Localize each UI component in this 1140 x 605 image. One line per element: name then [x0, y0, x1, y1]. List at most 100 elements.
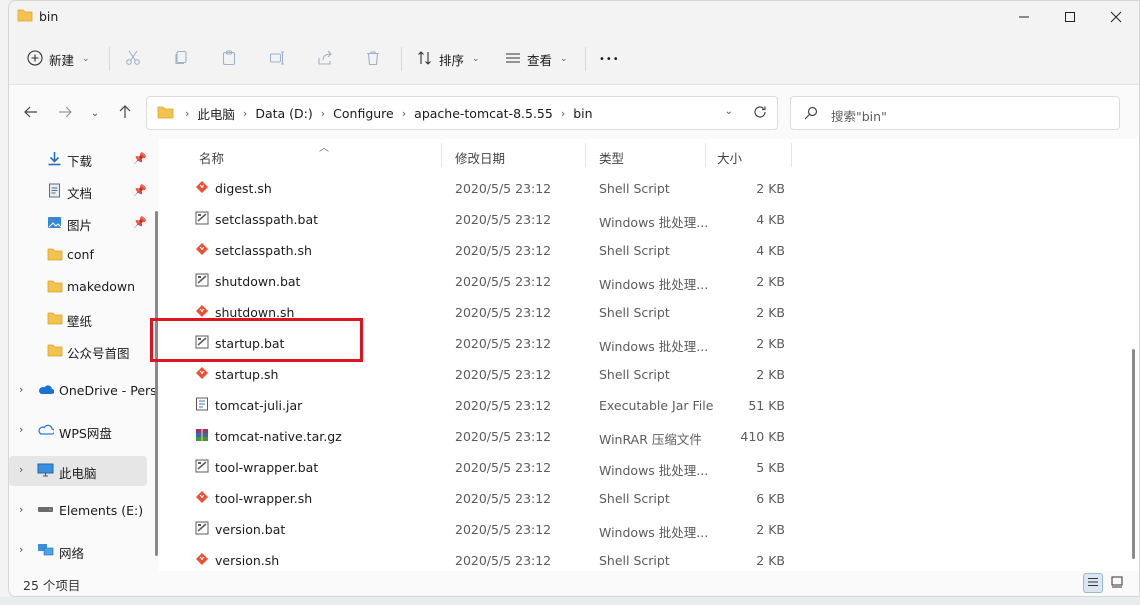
sidebar-item-onedrive[interactable]: › OneDrive - Pers	[9, 376, 157, 406]
column-header-date[interactable]: 修改日期	[455, 148, 505, 167]
column-divider[interactable]	[705, 143, 706, 167]
file-row[interactable]: version.bat 2020/5/5 23:12 Windows 批处理... 2…	[159, 514, 789, 545]
sidebar-scrollbar[interactable]	[155, 211, 158, 556]
view-label: 查看	[527, 52, 553, 68]
navigation-bar: ⌄ › 此电脑 › Data (D:) › Configure › apache…	[9, 85, 1139, 139]
minimize-button[interactable]	[1001, 1, 1047, 33]
folder-icon	[47, 279, 63, 296]
file-modified-date: 2020/5/5 23:12	[455, 398, 552, 413]
sidebar-item-label: Elements (E:)	[59, 503, 144, 518]
file-row[interactable]: setclasspath.sh 2020/5/5 23:12 Shell Scrip…	[159, 235, 789, 266]
cut-button[interactable]	[125, 45, 141, 73]
file-modified-date: 2020/5/5 23:12	[455, 522, 552, 537]
arrow-right-icon	[58, 105, 72, 122]
delete-button[interactable]	[365, 45, 381, 73]
paste-button[interactable]	[221, 45, 237, 73]
sidebar-item-this-pc[interactable]: › 此电脑	[9, 456, 147, 486]
details-view-button[interactable]	[1083, 573, 1103, 593]
sort-button[interactable]: 排序 ⌄	[417, 45, 480, 73]
sidebar-item-pictures[interactable]: 图片 📌	[9, 208, 147, 238]
file-row[interactable]: startup.bat 2020/5/5 23:12 Windows 批处理... 2…	[159, 328, 789, 359]
file-type: Shell Script	[599, 553, 670, 568]
search-icon	[804, 106, 818, 123]
sidebar-item-downloads[interactable]: 下载 📌	[9, 144, 147, 174]
file-size: 410 KB	[740, 429, 785, 444]
maximize-button[interactable]	[1047, 1, 1093, 33]
breadcrumb-data-drive[interactable]: Data (D:)	[250, 106, 317, 121]
recent-locations-button[interactable]: ⌄	[85, 103, 105, 123]
refresh-icon[interactable]	[753, 105, 767, 122]
file-row[interactable]: shutdown.bat 2020/5/5 23:12 Windows 批处理...…	[159, 266, 789, 297]
sidebar-item-conf[interactable]: conf	[9, 240, 147, 270]
back-button[interactable]	[21, 103, 41, 123]
breadcrumb-this-pc[interactable]: 此电脑	[192, 104, 240, 123]
file-modified-date: 2020/5/5 23:12	[455, 181, 552, 196]
sidebar-item-wallpaper[interactable]: 壁纸	[9, 304, 147, 334]
copy-icon	[173, 50, 189, 69]
file-row[interactable]: tool-wrapper.bat 2020/5/5 23:12 Windows 批处…	[159, 452, 789, 483]
shell-script-icon	[195, 366, 209, 383]
file-row[interactable]: digest.sh 2020/5/5 23:12 Shell Script 2 KB	[159, 173, 789, 204]
sidebar-item-label: OneDrive - Pers	[59, 383, 157, 398]
view-button[interactable]: 查看 ⌄	[505, 45, 568, 73]
file-size: 4 KB	[756, 212, 785, 227]
sidebar-item-documents[interactable]: 文档 📌	[9, 176, 147, 206]
column-divider[interactable]	[791, 143, 792, 167]
search-input[interactable]: 搜索"bin"	[831, 106, 887, 125]
navigation-pane: 下载 📌 文档 📌 图片 📌 conf makedown 壁纸 公众号首图 › …	[9, 139, 159, 573]
file-row[interactable]: shutdown.sh 2020/5/5 23:12 Shell Script 2 K…	[159, 297, 789, 328]
file-row[interactable]: tool-wrapper.sh 2020/5/5 23:12 Shell Scrip…	[159, 483, 789, 514]
address-history-dropdown[interactable]: ⌄	[725, 106, 733, 117]
search-box[interactable]: 搜索"bin"	[790, 96, 1120, 130]
breadcrumb-configure[interactable]: Configure	[328, 106, 399, 121]
large-icons-view-button[interactable]	[1107, 573, 1127, 593]
column-header-name[interactable]: 名称	[199, 148, 224, 167]
chevron-right-icon[interactable]: ›	[19, 383, 23, 396]
sidebar-item-cover-images[interactable]: 公众号首图	[9, 336, 147, 366]
chevron-right-icon[interactable]: ›	[19, 503, 23, 516]
chevron-right-icon[interactable]: ›	[19, 423, 23, 436]
sidebar-item-elements-drive[interactable]: › Elements (E:)	[9, 496, 147, 526]
column-header-size[interactable]: 大小	[717, 148, 742, 167]
copy-button[interactable]	[173, 45, 189, 73]
file-list-scrollbar[interactable]	[1132, 349, 1135, 559]
rename-button[interactable]	[269, 45, 285, 73]
picture-icon	[47, 215, 62, 233]
file-row[interactable]: startup.sh 2020/5/5 23:12 Shell Script 2 KB	[159, 359, 789, 390]
file-modified-date: 2020/5/5 23:12	[455, 305, 552, 320]
jar-file-icon	[195, 397, 209, 414]
breadcrumb-bin[interactable]: bin	[568, 106, 597, 121]
chevron-down-icon: ⌄	[82, 54, 90, 64]
chevron-right-icon[interactable]: ›	[19, 463, 23, 476]
file-row[interactable]: tomcat-juli.jar 2020/5/5 23:12 Executable …	[159, 390, 789, 421]
breadcrumb-tomcat[interactable]: apache-tomcat-8.5.55	[409, 106, 558, 121]
file-modified-date: 2020/5/5 23:12	[455, 336, 552, 351]
file-name: tool-wrapper.sh	[215, 491, 313, 506]
share-icon	[317, 50, 333, 69]
share-button[interactable]	[317, 45, 333, 73]
forward-button[interactable]	[55, 103, 75, 123]
close-button[interactable]	[1093, 1, 1139, 33]
sidebar-item-wps-cloud[interactable]: › WPS网盘	[9, 416, 147, 446]
sidebar-item-makedown[interactable]: makedown	[9, 272, 147, 302]
address-bar[interactable]: › 此电脑 › Data (D:) › Configure › apache-t…	[146, 96, 778, 130]
batch-file-icon	[195, 273, 209, 290]
sidebar-item-label: 壁纸	[67, 314, 93, 329]
more-options-button[interactable]: •••	[599, 45, 620, 73]
sidebar-item-network[interactable]: › 网络	[9, 536, 147, 566]
pin-icon: 📌	[133, 152, 147, 165]
wps-cloud-icon	[37, 423, 56, 438]
column-divider[interactable]	[585, 143, 586, 167]
new-button[interactable]: 新建 ⌄	[27, 45, 90, 73]
column-header-type[interactable]: 类型	[599, 148, 624, 167]
column-divider[interactable]	[441, 143, 442, 167]
file-type: WinRAR 压缩文件	[599, 432, 702, 447]
file-row[interactable]: setclasspath.bat 2020/5/5 23:12 Windows 批处…	[159, 204, 789, 235]
up-button[interactable]	[115, 103, 135, 123]
batch-file-icon	[195, 211, 209, 228]
shell-script-icon	[195, 490, 209, 507]
file-modified-date: 2020/5/5 23:12	[455, 367, 552, 382]
file-modified-date: 2020/5/5 23:12	[455, 553, 552, 568]
chevron-right-icon[interactable]: ›	[19, 543, 23, 556]
file-row[interactable]: tomcat-native.tar.gz 2020/5/5 23:12 WinRAR…	[159, 421, 789, 452]
